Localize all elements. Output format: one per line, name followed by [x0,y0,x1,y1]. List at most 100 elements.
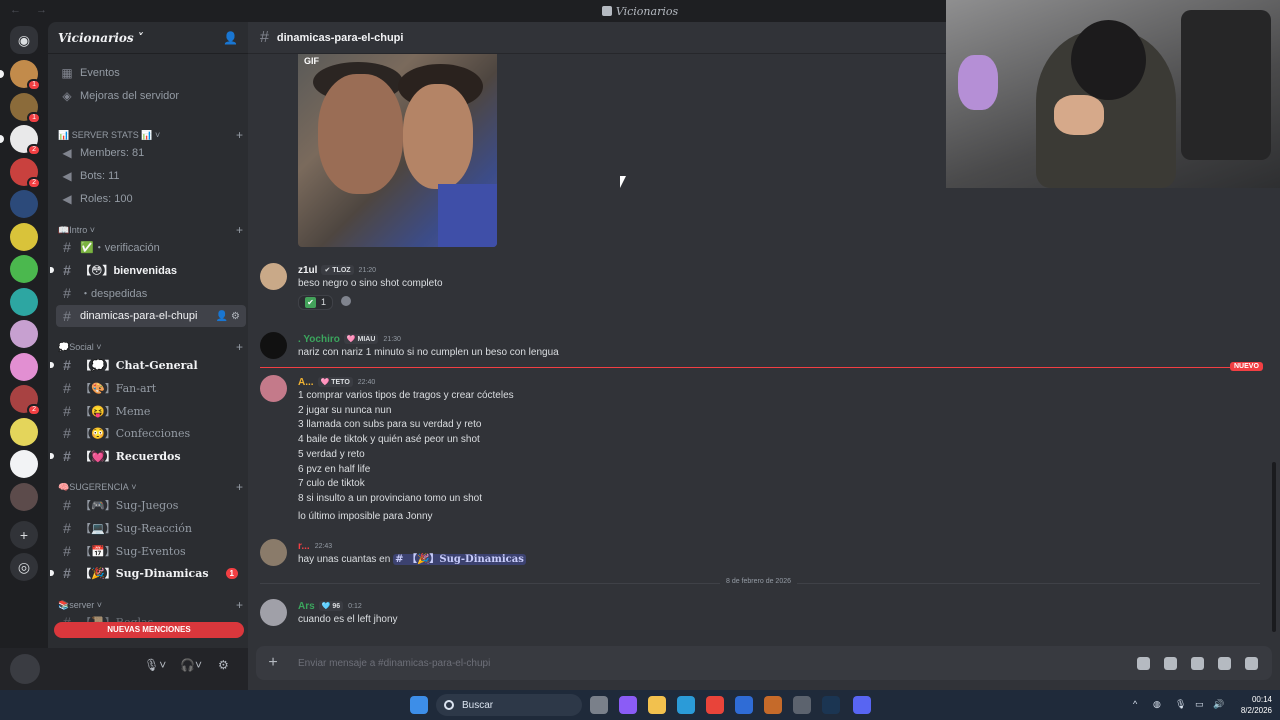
reaction-button[interactable]: ✔ 1 [298,294,334,310]
add-channel-icon[interactable]: + [236,223,243,237]
stat-members[interactable]: ◀ Members: 81 [56,142,246,164]
sidebar-item-boosts[interactable]: ◈ Mejoras del servidor [56,85,246,107]
server-icon[interactable] [10,255,38,283]
channel-recuerdos[interactable]: # 【💓】Recuerdos [50,445,246,467]
server-icon[interactable] [10,320,38,348]
discover-icon[interactable]: ◎ [10,553,38,581]
add-channel-icon[interactable]: + [236,598,243,612]
channel-dinamicas-para-el-chupi[interactable]: # dinamicas-para-el-chupi 👤 ⚙ [56,305,246,327]
microphone-icon[interactable]: 🎙˅ [144,658,166,672]
category-intro[interactable]: 📖Intro ˅ + [58,223,243,237]
server-icon[interactable] [10,482,38,511]
display-icon[interactable]: ▭ [1195,699,1204,710]
emoji-icon[interactable] [1218,656,1231,670]
tray-chevron-icon[interactable]: ^ [1133,699,1137,709]
edge-icon[interactable] [677,696,695,714]
stat-bots[interactable]: ◀ Bots: 11 [56,165,246,187]
attach-plus-icon[interactable]: + [256,654,290,672]
file-explorer-icon[interactable] [648,696,666,714]
category-server[interactable]: 📚server ˅ + [58,598,243,612]
app-icon[interactable] [793,696,811,714]
add-server-icon[interactable]: + [10,521,38,549]
channel-confecciones[interactable]: # 【😳】Confecciones [56,422,246,444]
channel-mention[interactable]: # 【🎉】Sug-Dinamicas [393,554,526,565]
server-icon[interactable] [10,190,38,218]
volume-icon[interactable]: 🔊 [1213,699,1224,710]
channel-bienvenidas[interactable]: # 【😳】bienvenidas [50,259,246,281]
category-server-stats[interactable]: 📊 SERVER STATS 📊 ˅ + [58,128,243,142]
category-social[interactable]: 💭Social ˅ + [58,340,243,354]
server-icon[interactable]: 1 [10,92,41,124]
server-icon[interactable]: 2 [10,157,41,189]
server-icon[interactable] [10,450,38,478]
copilot-icon[interactable] [619,696,637,714]
chat-scrollbar[interactable] [1272,462,1276,632]
channel-sug-dinamicas[interactable]: # 【🎉】Sug-Dinamicas 1 [50,562,246,584]
add-reaction-icon[interactable] [341,295,352,306]
store-icon[interactable] [735,696,753,714]
channel-chat-general[interactable]: # 【💭】Chat-General [50,354,246,376]
channel-sug-reaccion[interactable]: # 【💻】Sug-Reacción [56,517,246,539]
channel-fan-art[interactable]: # 【🎨】Fan-art [56,377,246,399]
message-line: 7 culo de tiktok [298,478,365,490]
discord-icon[interactable] [853,696,871,714]
avatar[interactable] [260,539,287,566]
channel-settings-icon[interactable]: 👤 ⚙ [216,311,240,322]
add-channel-icon[interactable]: + [236,128,243,142]
message-author[interactable]: A... [298,377,314,388]
chrome-icon[interactable] [706,696,724,714]
sidebar-item-events[interactable]: ▦ Eventos [56,62,246,84]
avatar[interactable] [260,599,287,626]
new-mentions-button[interactable]: NUEVAS MENCIONES [54,622,244,638]
hash-icon: # [63,543,71,559]
message-author[interactable]: Ars [298,601,315,612]
apps-icon[interactable] [1245,656,1258,670]
invite-people-icon[interactable]: 👤 [223,31,238,45]
server-icon[interactable] [10,222,38,251]
gif-icon[interactable] [1164,656,1177,670]
discord-home-icon[interactable]: ◉ [10,26,38,54]
stat-roles[interactable]: ◀ Roles: 100 [56,188,246,210]
gift-icon[interactable] [1137,656,1150,670]
taskbar-clock[interactable]: 00:14 8/2/2026 [1230,694,1272,716]
add-channel-icon[interactable]: + [236,340,243,354]
channel-verificacion[interactable]: # ✅・verificación [56,236,246,258]
add-channel-icon[interactable]: + [236,480,243,494]
mic-icon[interactable]: 🎙 [1175,699,1186,710]
server-header[interactable]: Vicionarios ˅ 👤 [48,22,248,54]
sticker-icon[interactable] [1191,656,1204,670]
channel-despedidas[interactable]: # ・despedidas [56,282,246,304]
server-icon[interactable] [10,287,38,316]
headphones-icon[interactable]: 🎧˅ [180,658,202,672]
task-view-icon[interactable] [590,696,608,714]
message-author[interactable]: . Yochiro [298,334,340,345]
avatar[interactable] [260,375,287,402]
avatar[interactable] [260,263,287,290]
message-line: 3 llamada con subs para su verdad y reto [298,419,482,431]
server-icon[interactable]: 2 [10,125,41,156]
message-author[interactable]: r... [298,541,310,552]
gif-attachment[interactable]: GIF [298,54,497,247]
server-icon[interactable] [10,417,38,446]
steam-icon[interactable] [822,696,840,714]
message-input[interactable]: Enviar mensaje a #dinamicas-para-el-chup… [298,658,490,669]
unread-pill [0,135,4,143]
server-icon[interactable] [10,352,38,381]
channel-sug-juegos[interactable]: # 【🎮】Sug-Juegos [56,494,246,516]
server-icon[interactable]: 2 [10,385,41,416]
stat-label: Roles: 100 [80,193,133,205]
channel-sidebar: Vicionarios ˅ 👤 ▦ Eventos ◈ Mejoras del se… [48,22,248,690]
network-icon[interactable]: ◍ [1153,699,1161,710]
gear-icon[interactable]: ⚙ [218,658,229,672]
windows-start-icon[interactable] [410,696,428,714]
avatar[interactable] [260,332,287,359]
channel-meme[interactable]: # 【😝】Meme [56,400,246,422]
avatar[interactable] [10,654,40,684]
app-icon[interactable] [764,696,782,714]
channel-sug-eventos[interactable]: # 【📅】Sug-Eventos [56,540,246,562]
server-icon[interactable]: 1 [10,60,41,91]
channel-label: 【🎮】Sug-Juegos [80,499,179,512]
message-author[interactable]: z1ul [298,265,317,276]
category-sugerencia[interactable]: 🧠SUGERENCIA ˅ + [58,480,243,494]
taskbar-search[interactable]: Buscar [436,694,582,716]
